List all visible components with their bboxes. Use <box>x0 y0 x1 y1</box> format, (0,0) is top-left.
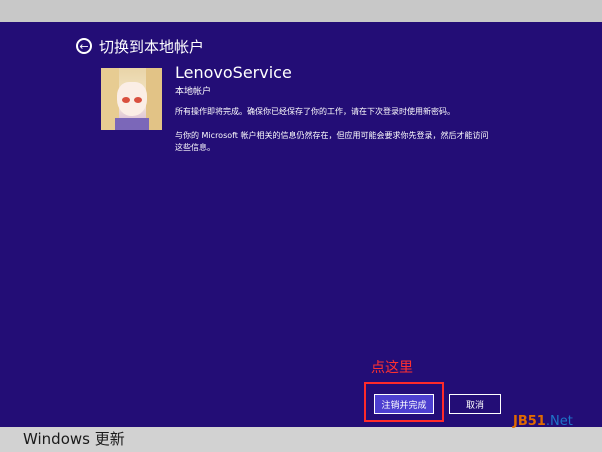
sign-out-finish-button[interactable]: 注销并完成 <box>374 394 434 414</box>
watermark-part-b: .Net <box>545 414 573 429</box>
switch-account-dialog <box>0 22 602 427</box>
watermark: JB51.Net <box>513 414 573 429</box>
message-saved-work: 所有操作即将完成。确保你已经保存了你的工作，请在下次登录时使用新密码。 <box>175 107 455 116</box>
page-title: 切换到本地帐户 <box>99 37 205 56</box>
page-header: ← 切换到本地帐户 <box>76 36 204 56</box>
back-arrow-icon[interactable]: ← <box>76 38 92 54</box>
watermark-part-a: JB51 <box>513 414 546 429</box>
windows-update-label: Windows 更新 <box>23 430 125 448</box>
top-bar <box>0 0 602 22</box>
username: LenovoService <box>175 63 292 82</box>
avatar <box>101 68 162 130</box>
annotation-click-here: 点这里 <box>371 360 413 376</box>
cancel-button[interactable]: 取消 <box>449 394 501 414</box>
message-microsoft-account: 与你的 Microsoft 帐户相关的信息仍然存在，但应用可能会要求你先登录，然… <box>175 131 489 152</box>
account-type-label: 本地帐户 <box>175 87 212 97</box>
